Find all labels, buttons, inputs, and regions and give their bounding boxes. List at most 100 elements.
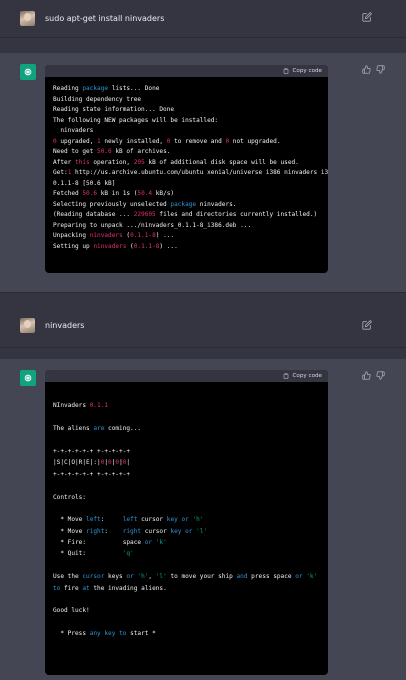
code-token: 'h' <box>192 516 204 524</box>
thumbs-up-icon[interactable] <box>362 65 371 74</box>
code-line: Building dependency tree <box>53 95 320 106</box>
user-message-text: sudo apt-get install ninvaders <box>45 14 165 23</box>
code-line <box>53 560 320 571</box>
code-token: Use the <box>53 573 83 581</box>
code-line: After this operation, 205 kB of addition… <box>53 158 320 169</box>
code-token: ninvaders <box>93 242 127 250</box>
user-message-text: ninvaders <box>45 321 85 330</box>
code-token: key <box>104 630 116 638</box>
code-line: The following NEW packages will be insta… <box>53 116 320 127</box>
code-line <box>53 617 320 628</box>
code-token: any <box>89 630 101 638</box>
code-token: cursor <box>137 516 167 524</box>
code-line <box>53 503 320 514</box>
code-token: : <box>100 516 123 524</box>
code-token: not upgraded. <box>229 137 281 145</box>
code-line <box>53 594 320 605</box>
code-token: 50.6 <box>82 190 98 197</box>
code-token: |S|C|O|R|E|:| <box>53 459 101 467</box>
code-line: Setting up ninvaders (0.1.1-8) ... <box>53 242 320 253</box>
thumbs-up-icon[interactable] <box>362 371 371 380</box>
code-token: 0.1.1-8 [50.6 kB] <box>53 179 116 187</box>
code-token: : <box>104 527 123 535</box>
copy-code-label: Copy code <box>292 373 322 379</box>
openai-logo-icon <box>20 64 36 80</box>
code-token: Get: <box>53 169 68 176</box>
code-content: Reading package lists... Done Building de… <box>45 77 328 259</box>
code-token: * Fire: space <box>53 539 145 547</box>
code-token: press space <box>247 573 296 581</box>
code-line: Reading state information... Done <box>53 105 320 116</box>
code-line: Reading package lists... Done <box>53 84 320 95</box>
code-line: +-+-+-+-+-+ +-+-+-+-+ <box>53 446 320 457</box>
code-token: kB of additional disk space will be used… <box>144 158 299 166</box>
code-line <box>53 389 320 400</box>
code-token: Controls: <box>53 493 87 501</box>
code-line: Need to get 50.6 kB of archives. <box>53 147 320 158</box>
code-token: files and directories currently installe… <box>155 211 318 218</box>
copy-code-button[interactable]: Copy code <box>283 68 322 74</box>
code-token: The aliens <box>53 425 94 433</box>
code-token: to remove and <box>170 137 226 145</box>
code-token: keys <box>104 573 127 581</box>
user-message-1: sudo apt-get install ninvaders <box>0 0 406 38</box>
openai-logo-icon <box>20 370 36 386</box>
code-token: ) ... <box>155 232 175 239</box>
code-token: * Quit: <box>53 550 123 558</box>
code-token: The following NEW packages will be insta… <box>53 116 219 124</box>
code-line: * Move left: left cursor key or 'h' <box>53 514 320 525</box>
code-token: key <box>170 527 182 535</box>
edit-icon[interactable] <box>362 320 372 330</box>
code-token: key <box>166 516 178 524</box>
code-token: ( <box>126 242 134 250</box>
code-token: kB of archives. <box>111 148 171 155</box>
code-line: (Reading database ... 229605 files and d… <box>53 210 320 221</box>
code-token: to move your ship <box>166 573 237 581</box>
code-token: 205 <box>133 158 145 166</box>
code-token: cursor <box>82 573 105 581</box>
code-line: Good luck! <box>53 605 320 616</box>
code-token: Unpacking <box>53 232 90 239</box>
edit-icon[interactable] <box>362 12 372 22</box>
code-line: * Fire: space or 'k' <box>53 537 320 548</box>
code-token: Building dependency tree <box>53 95 142 103</box>
code-token: Preparing to unpack .../ninvaders_0.1.1-… <box>53 221 252 229</box>
code-token: 0.1.1-8 <box>133 242 160 250</box>
code-token: Good luck! <box>53 607 90 615</box>
copy-code-label: Copy code <box>292 68 322 74</box>
code-token: this <box>75 158 90 166</box>
code-token: , <box>148 573 156 581</box>
assistant-message-1: Copy code Reading package lists... Done B… <box>0 53 406 293</box>
code-token: package <box>170 200 197 208</box>
code-line: to fire at the invading aliens. <box>53 583 320 594</box>
feedback-buttons <box>362 65 385 74</box>
feedback-buttons <box>362 371 385 380</box>
code-token: ninvaders <box>89 232 123 239</box>
thumbs-down-icon[interactable] <box>376 371 385 380</box>
code-token: Reading <box>53 85 83 92</box>
code-line: 0.1.1-8 [50.6 kB] <box>53 179 320 190</box>
code-token: * Press <box>53 630 90 638</box>
code-token: 'k' <box>155 539 167 547</box>
copy-code-button[interactable]: Copy code <box>283 373 322 379</box>
code-token: http://us.archive.ubuntu.com/ubuntu xeni… <box>71 169 328 176</box>
code-line: The aliens are coming... <box>53 423 320 434</box>
code-token: NInvaders <box>53 402 90 410</box>
thumbs-down-icon[interactable] <box>376 65 385 74</box>
code-line: NInvaders 0.1.1 <box>53 400 320 411</box>
code-token: 229605 <box>133 211 156 218</box>
code-token: Selecting previously unselected <box>53 200 171 208</box>
code-block-header: Copy code <box>45 65 328 77</box>
code-token: 'h' <box>137 573 149 581</box>
code-token: and <box>236 573 248 581</box>
code-line: * Quit: 'q' <box>53 548 320 559</box>
code-line: |S|C|O|R|E|:|0|0|0|0| <box>53 457 320 468</box>
code-token: Fetched <box>53 190 83 197</box>
code-line <box>53 480 320 491</box>
code-token: coming... <box>104 425 142 433</box>
code-token: kB/s) <box>152 190 175 197</box>
